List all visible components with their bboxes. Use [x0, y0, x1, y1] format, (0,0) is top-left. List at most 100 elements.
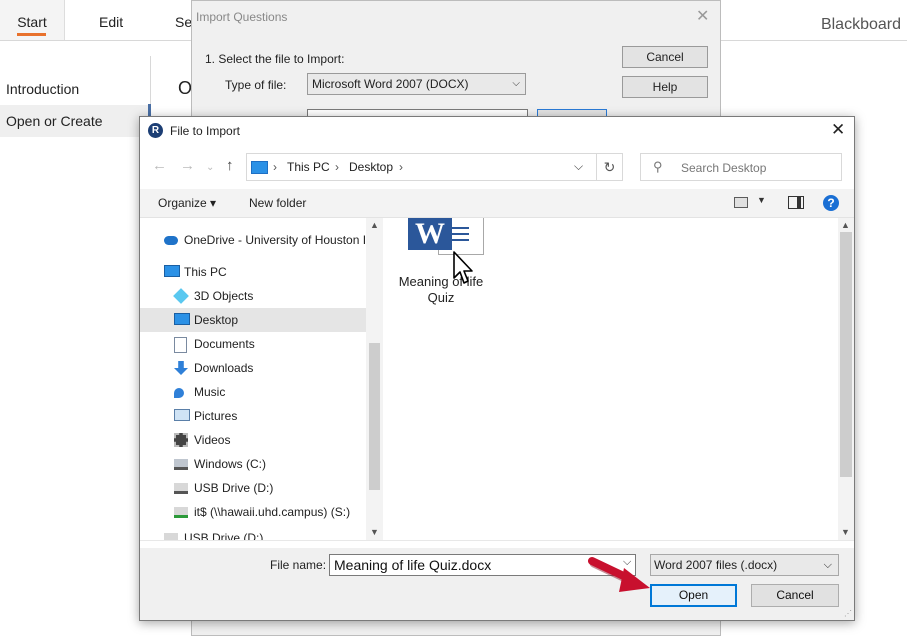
- breadcrumb-separator-icon: ›: [273, 160, 277, 174]
- tab-edit[interactable]: Edit: [99, 0, 123, 40]
- tree-item-label: Windows (C:): [194, 457, 267, 471]
- breadcrumb-separator-icon: ›: [399, 160, 403, 174]
- sidebar-item-videos[interactable]: Videos: [140, 428, 366, 452]
- chevron-down-icon: ⌵: [823, 559, 832, 571]
- word-badge: W: [408, 218, 452, 250]
- scroll-thumb[interactable]: [840, 232, 852, 477]
- pictures-icon: [174, 409, 190, 421]
- usb-drive-icon: [164, 533, 178, 540]
- app-logo-icon: R: [148, 123, 163, 138]
- sidebar-item-it-hawaii-uhd-campus-s[interactable]: it$ (\\hawaii.uhd.campus) (S:): [140, 500, 366, 524]
- chevron-down-icon[interactable]: ⌵: [574, 159, 583, 174]
- tree-item-label: Videos: [194, 433, 231, 447]
- sidebar-item-3d-objects[interactable]: 3D Objects: [140, 284, 366, 308]
- up-arrow-icon[interactable]: ↑: [226, 158, 234, 174]
- sidebar-item-usb-drive-d[interactable]: USB Drive (D:): [140, 476, 366, 500]
- chevron-down-icon: ⌵: [512, 78, 520, 89]
- file-to-import-dialog: R File to Import ✕ ← → ⌄ ↑ › This PC › D…: [139, 116, 855, 621]
- tree-item-label: Music: [194, 385, 226, 399]
- this-pc-icon: [164, 265, 180, 277]
- sidebar-item-music[interactable]: Music: [140, 380, 366, 404]
- sidebar-item-open-or-create[interactable]: Open or Create: [0, 105, 150, 137]
- file-type-filter-select[interactable]: Word 2007 files (.docx) ⌵: [650, 554, 839, 576]
- tree-item-label: USB Drive (D:): [184, 531, 264, 540]
- file-type-value: Microsoft Word 2007 (DOCX): [312, 77, 469, 91]
- change-view-icon[interactable]: [734, 197, 748, 208]
- file-type-filter-value: Word 2007 files (.docx): [654, 558, 778, 572]
- search-placeholder: Search Desktop: [681, 161, 767, 175]
- navigation-pane: OneDrive - University of Houston I This P…: [140, 218, 383, 540]
- tree-item-label: Pictures: [194, 409, 238, 423]
- sidebar-item-documents[interactable]: Documents: [140, 332, 366, 356]
- sidebar-item-this-pc[interactable]: This PC: [140, 260, 366, 284]
- recent-locations-chevron-icon[interactable]: ⌄: [206, 160, 214, 176]
- tree-item-label: Documents: [194, 337, 255, 351]
- file-type-select[interactable]: Microsoft Word 2007 (DOCX) ⌵: [307, 73, 526, 95]
- tree-item-label: Desktop: [194, 313, 239, 327]
- breadcrumb-this-pc[interactable]: This PC: [287, 160, 330, 174]
- file-dialog-toolbar: Organize ▾ New folder ▼ ?: [140, 189, 854, 218]
- file-name-field-label: File name:: [270, 558, 327, 572]
- videos-icon: [174, 433, 188, 447]
- onedrive-icon: [164, 236, 178, 245]
- drive-c-icon: [174, 459, 188, 470]
- sidebar-item-introduction[interactable]: Introduction: [0, 73, 150, 105]
- file-type-label: Type of file:: [225, 78, 287, 92]
- tree-item-label: This PC: [184, 265, 227, 279]
- sidebar-item-pictures[interactable]: Pictures: [140, 404, 366, 428]
- scroll-thumb[interactable]: [369, 343, 380, 490]
- breadcrumb-desktop[interactable]: Desktop: [349, 160, 393, 174]
- navigation-scrollbar[interactable]: ▲ ▼: [366, 218, 383, 540]
- desktop-icon: [174, 313, 190, 325]
- file-dialog-footer: File name: Meaning of life Quiz.docx ⌵ W…: [140, 548, 854, 620]
- new-folder-button[interactable]: New folder: [249, 196, 306, 210]
- computer-icon: [251, 161, 268, 174]
- search-input[interactable]: ⚲ Search Desktop: [640, 153, 842, 181]
- tree-item-label: Downloads: [194, 361, 254, 375]
- close-icon[interactable]: ✕: [831, 121, 845, 138]
- sidebar-item-windows-c[interactable]: Windows (C:): [140, 452, 366, 476]
- search-icon: ⚲: [653, 159, 663, 174]
- scroll-down-icon[interactable]: ▼: [370, 527, 379, 537]
- sidebar-item-desktop[interactable]: Desktop: [140, 308, 366, 332]
- resize-grip-icon[interactable]: ⋰: [844, 610, 852, 618]
- downloads-icon: [174, 361, 188, 375]
- sidebar-item-usb-drive-d[interactable]: USB Drive (D:): [140, 526, 366, 540]
- tab-start[interactable]: Start: [0, 0, 65, 40]
- tree-item-label: USB Drive (D:): [194, 481, 274, 495]
- brand-label: Blackboard: [820, 16, 901, 33]
- sidebar-item-downloads[interactable]: Downloads: [140, 356, 366, 380]
- 3d-objects-icon: [173, 288, 189, 304]
- open-button[interactable]: Open: [650, 584, 737, 607]
- organize-label: Organize: [158, 196, 207, 210]
- back-arrow-icon[interactable]: ←: [152, 158, 167, 174]
- tree-item-label: it$ (\\hawaii.uhd.campus) (S:): [194, 505, 351, 519]
- network-drive-icon: [174, 507, 188, 518]
- scroll-up-icon[interactable]: ▲: [370, 220, 379, 230]
- cancel-button[interactable]: Cancel: [751, 584, 839, 607]
- organize-button[interactable]: Organize ▾: [158, 196, 216, 210]
- music-icon: [174, 388, 184, 398]
- documents-icon: [174, 337, 187, 353]
- refresh-icon[interactable]: ↻: [596, 153, 623, 181]
- breadcrumb-separator-icon: ›: [335, 160, 339, 174]
- mouse-pointer-icon: [453, 251, 473, 284]
- usb-drive-icon: [174, 483, 188, 494]
- tree-item-label: 3D Objects: [194, 289, 254, 303]
- import-step-label: 1. Select the file to Import:: [205, 52, 345, 66]
- file-list: W Meaning of life Quiz ▲ ▼: [384, 218, 854, 540]
- import-cancel-button[interactable]: Cancel: [622, 46, 708, 68]
- scroll-down-icon[interactable]: ▼: [841, 527, 850, 537]
- file-list-scrollbar[interactable]: ▲ ▼: [838, 218, 854, 540]
- help-icon[interactable]: ?: [823, 195, 839, 211]
- chevron-down-icon[interactable]: ▼: [757, 195, 766, 205]
- scroll-up-icon[interactable]: ▲: [841, 220, 850, 230]
- tree-item-label: OneDrive - University of Houston I: [184, 233, 367, 247]
- forward-arrow-icon[interactable]: →: [180, 158, 195, 174]
- import-help-button[interactable]: Help: [622, 76, 708, 98]
- sidebar-item-onedrive-university-of-houston-i[interactable]: OneDrive - University of Houston I: [140, 228, 366, 252]
- address-bar[interactable]: › This PC › Desktop › ⌵: [246, 153, 623, 181]
- preview-pane-icon[interactable]: [788, 196, 804, 209]
- annotation-arrow-icon: [588, 557, 650, 592]
- close-icon[interactable]: ✕: [696, 9, 709, 25]
